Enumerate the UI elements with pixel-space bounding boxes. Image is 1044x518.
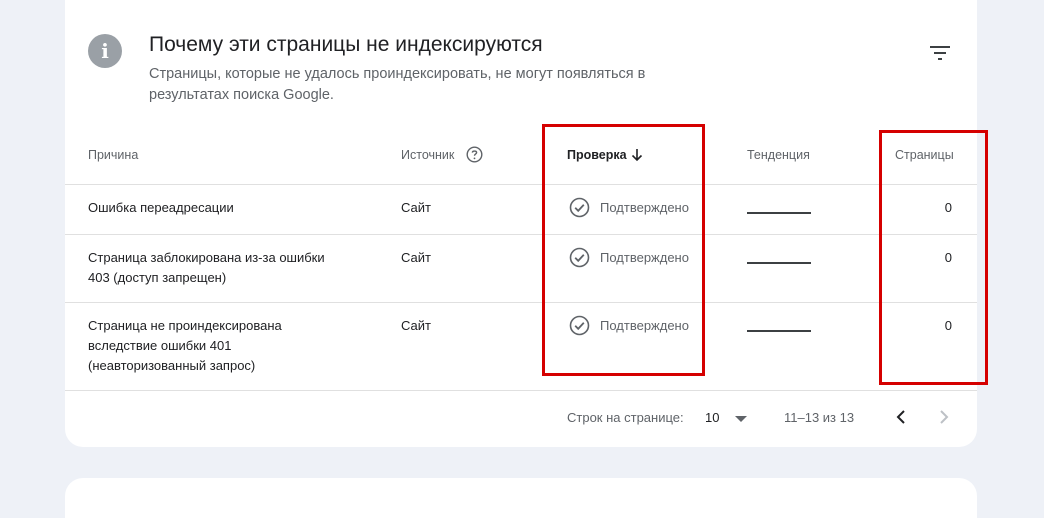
trend-sparkline: [747, 212, 811, 214]
divider: [65, 302, 977, 303]
info-icon: i: [88, 34, 122, 68]
trend-sparkline: [747, 262, 811, 264]
rows-per-page-label: Строк на странице:: [567, 410, 684, 425]
row-reason: Страница заблокирована из-за ошибки 403 …: [88, 250, 325, 285]
highlight-box-validation: [542, 124, 705, 376]
divider: [65, 184, 977, 185]
page-title: Почему эти страницы не индексируются: [149, 33, 543, 56]
trend-sparkline: [747, 330, 811, 332]
caret-down-icon[interactable]: [734, 415, 748, 423]
rows-per-page-select[interactable]: 10: [705, 410, 719, 425]
divider: [65, 390, 977, 391]
row-source: Сайт: [401, 250, 431, 265]
divider: [65, 234, 977, 235]
column-header-reason[interactable]: Причина: [88, 148, 138, 162]
chevron-right-icon[interactable]: [937, 408, 951, 426]
highlight-box-pages: [879, 130, 988, 385]
filter-icon[interactable]: [928, 44, 952, 62]
row-source: Сайт: [401, 318, 431, 333]
page-subtitle: Страницы, которые не удалось проиндексир…: [149, 66, 646, 103]
column-header-trend[interactable]: Тенденция: [747, 148, 810, 162]
row-reason: Ошибка переадресации: [88, 200, 234, 215]
row-source: Сайт: [401, 200, 431, 215]
column-header-source[interactable]: Источник: [401, 148, 454, 162]
chevron-left-icon[interactable]: [894, 408, 908, 426]
help-circle-icon[interactable]: [466, 146, 483, 163]
pagination-range: 11–13 из 13: [784, 410, 855, 425]
row-reason: Страница не проиндексирована вследствие …: [88, 318, 282, 373]
next-card: [65, 478, 977, 518]
